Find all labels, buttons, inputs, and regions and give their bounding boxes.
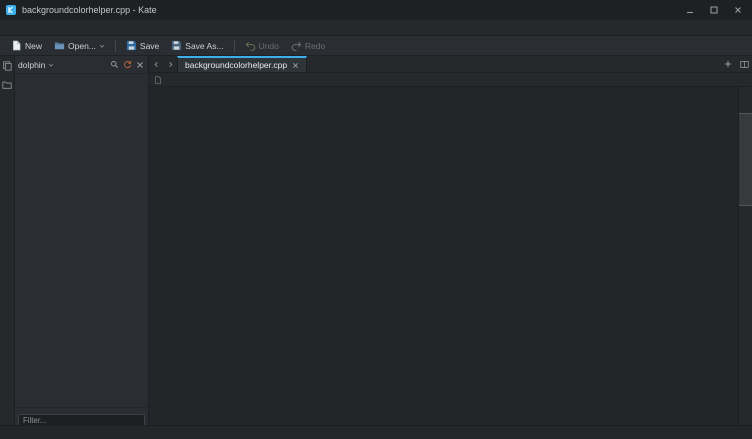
history-back-button[interactable]	[149, 56, 163, 72]
history-forward-button[interactable]	[163, 56, 177, 72]
kate-window: backgroundcolorhelper.cpp - Kate New Ope…	[0, 0, 752, 439]
save-as-button-label: Save As...	[185, 41, 223, 51]
filter-row	[15, 407, 148, 425]
project-tree	[15, 74, 148, 407]
new-button-label: New	[25, 41, 42, 51]
document-icon	[154, 76, 162, 84]
status-bar	[0, 425, 752, 439]
documents-toolview-button[interactable]	[2, 61, 12, 71]
tab-label: backgroundcolorhelper.cpp	[185, 60, 287, 70]
close-panel-icon[interactable]	[135, 61, 145, 69]
chevron-down-icon	[99, 43, 105, 49]
tab-bar: backgroundcolorhelper.cpp	[149, 56, 752, 73]
save-button-label: Save	[140, 41, 159, 51]
search-icon[interactable]	[109, 60, 120, 69]
save-as-button[interactable]: Save As...	[165, 38, 229, 53]
minimap-scrollbar[interactable]	[738, 87, 752, 425]
open-folder-icon	[54, 40, 65, 51]
code-area	[149, 87, 752, 425]
main-toolbar: New Open... Save Save As... Undo Redo	[0, 36, 752, 56]
refresh-icon[interactable]	[122, 60, 133, 69]
toolbar-separator	[115, 40, 116, 52]
title-bar: backgroundcolorhelper.cpp - Kate	[0, 0, 752, 20]
redo-button[interactable]: Redo	[285, 38, 331, 53]
new-tab-button[interactable]	[720, 56, 736, 72]
new-document-icon	[11, 40, 22, 51]
open-button[interactable]: Open...	[48, 38, 111, 53]
chevron-down-icon	[47, 62, 55, 68]
project-selector[interactable]: dolphin	[15, 56, 148, 74]
project-combo-label: dolphin	[18, 60, 45, 70]
undo-button-label: Undo	[259, 41, 279, 51]
menu-bar	[0, 20, 752, 36]
save-button[interactable]: Save	[120, 38, 165, 53]
save-as-icon	[171, 40, 182, 51]
sidebar-toolstrip	[0, 56, 15, 425]
tab-backgroundcolorhelper[interactable]: backgroundcolorhelper.cpp	[177, 56, 307, 72]
breadcrumb	[149, 73, 752, 87]
minimap-visible-region[interactable]	[739, 113, 752, 206]
new-button[interactable]: New	[5, 38, 48, 53]
redo-icon	[291, 40, 302, 51]
code-lines[interactable]	[149, 87, 738, 425]
undo-icon	[245, 40, 256, 51]
editor-area: backgroundcolorhelper.cpp	[149, 56, 752, 425]
main-area: dolphin backgroundcolorhelper.cpp	[0, 56, 752, 425]
minimize-button[interactable]	[680, 3, 699, 18]
toolbar-separator	[234, 40, 235, 52]
maximize-button[interactable]	[704, 3, 723, 18]
redo-button-label: Redo	[305, 41, 325, 51]
tabbar-spacer	[307, 56, 720, 72]
undo-button[interactable]: Undo	[239, 38, 285, 53]
split-view-button[interactable]	[736, 56, 752, 72]
open-button-label: Open...	[68, 41, 96, 51]
close-button[interactable]	[728, 3, 747, 18]
kate-app-icon	[5, 4, 17, 16]
project-panel: dolphin	[15, 56, 149, 425]
window-title: backgroundcolorhelper.cpp - Kate	[22, 5, 157, 15]
tab-close-icon[interactable]	[292, 62, 299, 69]
projects-toolview-button[interactable]	[2, 80, 12, 90]
save-icon	[126, 40, 137, 51]
